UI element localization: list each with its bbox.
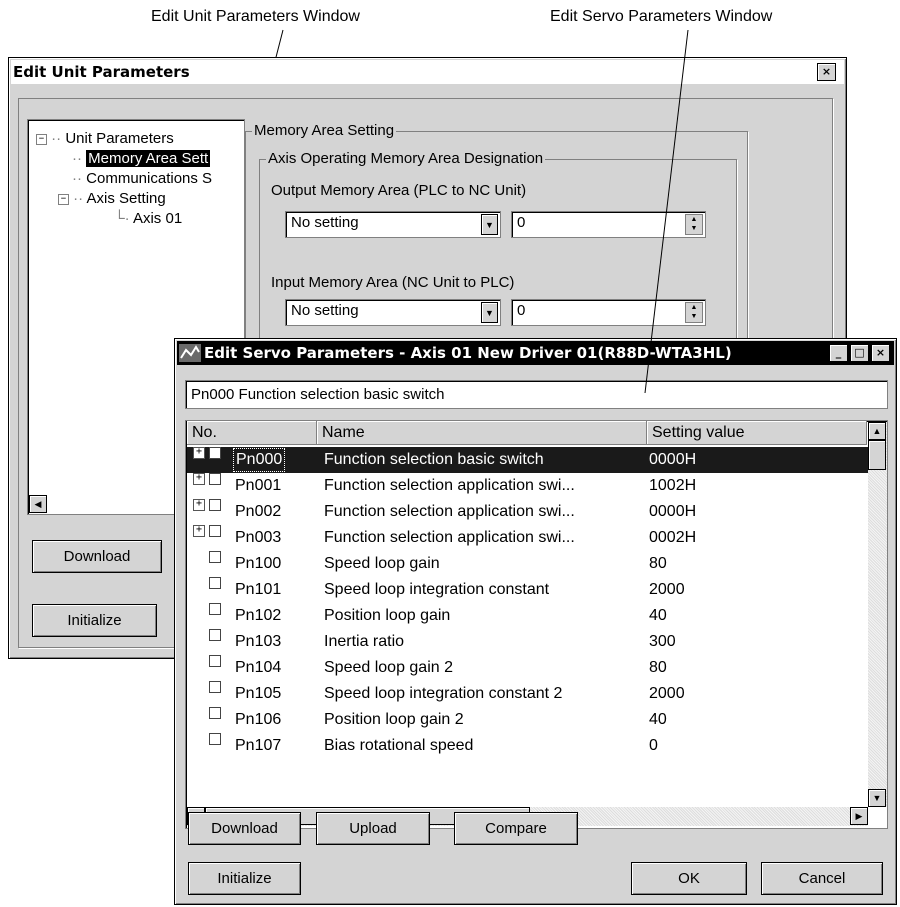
table-row[interactable]: Pn104 Speed loop gain 2 80 xyxy=(187,655,868,681)
input-memory-value-field[interactable]: 0 ▲ ▼ xyxy=(511,299,706,326)
servo-download-button[interactable]: Download xyxy=(188,812,301,845)
collapse-icon[interactable]: − xyxy=(58,193,69,205)
vertical-scrollbar[interactable]: ▲ ▼ xyxy=(868,422,887,807)
unit-window-titlebar: Edit Unit Parameters × xyxy=(11,60,844,84)
maximize-button[interactable]: □ xyxy=(850,344,869,362)
table-row[interactable]: Pn107 Bias rotational speed 0 xyxy=(187,733,868,759)
arrow-up-icon: ▲ xyxy=(872,426,882,436)
servo-initialize-button[interactable]: Initialize xyxy=(188,862,301,895)
column-header-no[interactable]: No. xyxy=(187,421,317,445)
output-memory-label: Output Memory Area (PLC to NC Unit) xyxy=(271,182,527,199)
output-memory-value-field[interactable]: 0 ▲ ▼ xyxy=(511,211,706,238)
expand-icon[interactable]: + xyxy=(193,525,205,537)
compare-button[interactable]: Compare xyxy=(454,812,578,845)
checkbox[interactable] xyxy=(209,733,221,745)
arrow-down-icon: ▼ xyxy=(872,793,882,803)
checkbox[interactable] xyxy=(209,603,221,615)
axis-memory-group-label: Axis Operating Memory Area Designation xyxy=(266,150,546,168)
arrow-right-icon: ▶ xyxy=(855,810,863,821)
cancel-button[interactable]: Cancel xyxy=(761,862,883,895)
parameter-description-field: Pn000 Function selection basic switch xyxy=(185,380,888,409)
ok-button[interactable]: OK xyxy=(631,862,747,895)
table-row[interactable]: Pn106 Position loop gain 2 40 xyxy=(187,707,868,733)
tree-item-communications[interactable]: ·· Communications S xyxy=(72,169,212,188)
vertical-scroll-thumb[interactable] xyxy=(868,440,886,470)
table-row[interactable]: Pn103 Inertia ratio 300 xyxy=(187,629,868,655)
close-icon: × xyxy=(821,65,832,78)
edit-servo-parameters-window: Edit Servo Parameters - Axis 01 New Driv… xyxy=(174,338,897,905)
servo-window-title: Edit Servo Parameters - Axis 01 New Driv… xyxy=(204,344,732,362)
tree-item-memory-area[interactable]: ·· Memory Area Sett xyxy=(72,149,211,168)
table-row[interactable]: + Pn001 Function selection application s… xyxy=(187,473,868,499)
input-memory-label: Input Memory Area (NC Unit to PLC) xyxy=(271,274,515,291)
table-row[interactable]: Pn101 Speed loop integration constant 20… xyxy=(187,577,868,603)
input-memory-select[interactable]: No setting ▼ xyxy=(285,299,501,326)
minimize-icon: _ xyxy=(835,346,842,359)
checkbox[interactable] xyxy=(209,525,221,537)
table-row[interactable]: + Pn002 Function selection application s… xyxy=(187,499,868,525)
output-memory-select[interactable]: No setting ▼ xyxy=(285,211,501,238)
close-icon: × xyxy=(875,346,886,359)
column-header-name[interactable]: Name xyxy=(317,421,647,445)
unit-window-title: Edit Unit Parameters xyxy=(13,63,190,81)
column-header-setting-value[interactable]: Setting value xyxy=(647,421,867,445)
tree-item-axis-setting[interactable]: − ·· Axis Setting xyxy=(58,189,166,208)
output-spinner[interactable]: ▲ ▼ xyxy=(685,214,703,235)
tree-item-unit-parameters[interactable]: − ·· Unit Parameters xyxy=(36,129,174,148)
checkbox[interactable] xyxy=(209,499,221,511)
table-row[interactable]: + Pn003 Function selection application s… xyxy=(187,525,868,551)
maximize-icon: □ xyxy=(854,346,865,359)
expand-icon[interactable]: + xyxy=(193,473,205,485)
parameter-rows: + Pn000 Function selection basic switch … xyxy=(187,447,868,805)
checkbox[interactable] xyxy=(209,447,221,459)
scroll-right-button[interactable]: ▶ xyxy=(850,807,868,825)
parameter-list[interactable]: No. Name Setting value + Pn000 Function … xyxy=(185,420,888,829)
spin-down-icon[interactable]: ▼ xyxy=(686,313,702,323)
dropdown-arrow-icon[interactable]: ▼ xyxy=(481,302,498,323)
checkbox[interactable] xyxy=(209,681,221,693)
arrow-left-icon: ◀ xyxy=(34,498,42,509)
dropdown-arrow-icon[interactable]: ▼ xyxy=(481,214,498,235)
spin-down-icon[interactable]: ▼ xyxy=(686,225,702,235)
minimize-button[interactable]: _ xyxy=(829,344,848,362)
tree-scroll-left-button[interactable]: ◀ xyxy=(29,495,47,513)
collapse-icon[interactable]: − xyxy=(36,133,47,145)
expand-icon[interactable]: + xyxy=(193,499,205,511)
tree-item-axis-01[interactable]: └· Axis 01 xyxy=(114,209,182,228)
servo-window-titlebar: Edit Servo Parameters - Axis 01 New Driv… xyxy=(177,341,894,365)
unit-initialize-button[interactable]: Initialize xyxy=(32,604,157,637)
unit-download-button[interactable]: Download xyxy=(32,540,162,573)
table-row[interactable]: Pn100 Speed loop gain 80 xyxy=(187,551,868,577)
scroll-down-button[interactable]: ▼ xyxy=(868,789,886,807)
app-icon xyxy=(179,344,201,362)
input-spinner[interactable]: ▲ ▼ xyxy=(685,302,703,323)
checkbox[interactable] xyxy=(209,655,221,667)
expand-icon[interactable]: + xyxy=(193,447,205,459)
checkbox[interactable] xyxy=(209,577,221,589)
table-row[interactable]: + Pn000 Function selection basic switch … xyxy=(187,447,868,473)
table-row[interactable]: Pn105 Speed loop integration constant 2 … xyxy=(187,681,868,707)
checkbox[interactable] xyxy=(209,551,221,563)
checkbox[interactable] xyxy=(209,629,221,641)
close-button[interactable]: × xyxy=(871,344,890,362)
checkbox[interactable] xyxy=(209,707,221,719)
checkbox[interactable] xyxy=(209,473,221,485)
scroll-up-button[interactable]: ▲ xyxy=(868,422,886,440)
upload-button[interactable]: Upload xyxy=(316,812,430,845)
memory-area-group-label: Memory Area Setting xyxy=(252,122,397,140)
unit-window-close-button[interactable]: × xyxy=(817,63,836,81)
table-row[interactable]: Pn102 Position loop gain 40 xyxy=(187,603,868,629)
